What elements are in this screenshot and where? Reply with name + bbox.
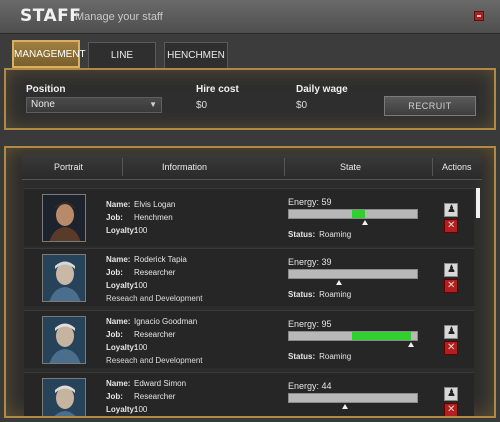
hire-cost-value: $0 (196, 100, 208, 111)
page-title: STAFF (20, 6, 82, 26)
position-select[interactable]: None ▼ (26, 97, 162, 113)
table-row: Name: Elvis Logan Job: Henchmen Loyalty:10… (24, 188, 474, 246)
fire-button[interactable]: ✕ (444, 279, 458, 293)
energy-value: 44 (321, 381, 332, 391)
info-button[interactable]: ♟ (444, 387, 458, 401)
fire-icon: ✕ (447, 220, 456, 231)
staff-job: Researcher (134, 268, 176, 277)
fire-icon: ✕ (447, 342, 456, 353)
scrollbar[interactable] (476, 188, 480, 218)
window-header: STAFF Manage your staff (0, 0, 500, 34)
energy-fill (352, 210, 365, 218)
staff-loyalty: 100 (134, 343, 148, 352)
close-icon[interactable] (474, 11, 484, 21)
info-button[interactable]: ♟ (444, 203, 458, 217)
fire-button[interactable]: ✕ (444, 403, 458, 416)
staff-status: Roaming (319, 230, 352, 239)
staff-rows: Name: Elvis Logan Job: Henchmen Loyalty:10… (24, 188, 474, 416)
tab-management[interactable]: MANAGEMENT (12, 40, 86, 68)
info-icon: ♟ (447, 326, 456, 337)
energy-value: 59 (321, 197, 332, 207)
table-row: Name: Edward Simon Job: Researcher Loyalty… (24, 372, 474, 416)
energy-marker (336, 280, 342, 285)
hire-cost-label: Hire cost (196, 84, 239, 95)
staff-name: Elvis Logan (134, 200, 176, 209)
staff-status: Roaming (319, 290, 352, 299)
staff-status: Roaming (319, 352, 352, 361)
table-header: Portrait Information State Actions (22, 154, 482, 180)
page-subtitle: Manage your staff (75, 11, 163, 23)
fire-icon: ✕ (447, 404, 456, 415)
staff-department: Reseach and Development (106, 294, 203, 303)
energy-marker (362, 220, 368, 225)
staff-loyalty: 100 (134, 281, 148, 290)
energy-bar (288, 269, 418, 285)
fire-icon: ✕ (447, 280, 456, 291)
avatar (42, 378, 86, 416)
energy-marker (408, 342, 414, 347)
energy-marker (342, 404, 348, 409)
energy-bar (288, 209, 418, 225)
position-label: Position (26, 84, 66, 95)
tab-henchmen[interactable]: HENCHMEN (164, 42, 228, 68)
staff-job: Researcher (134, 330, 176, 339)
info-icon: ♟ (447, 264, 456, 275)
energy-fill (352, 332, 411, 340)
energy-bar (288, 331, 418, 347)
energy-bar (288, 393, 418, 409)
column-state: State (340, 162, 362, 172)
staff-loyalty: 100 (134, 226, 148, 235)
recruit-button[interactable]: RECRUIT (384, 96, 476, 116)
column-actions: Actions (442, 162, 472, 172)
staff-name: Roderick Tapia (134, 255, 187, 264)
table-row: Name: Roderick Tapia Job: Researcher Loyal… (24, 248, 474, 306)
staff-job: Researcher (134, 392, 176, 401)
staff-name: Ignacio Goodman (134, 317, 198, 326)
hire-panel: Position None ▼ Hire cost $0 Daily wage … (4, 68, 496, 130)
avatar (42, 194, 86, 242)
info-button[interactable]: ♟ (444, 263, 458, 277)
info-icon: ♟ (447, 388, 456, 399)
fire-button[interactable]: ✕ (444, 219, 458, 233)
info-icon: ♟ (447, 204, 456, 215)
tab-line-control[interactable]: LINE CONTROL (88, 42, 156, 87)
avatar (42, 316, 86, 364)
daily-wage-label: Daily wage (296, 84, 348, 95)
position-value: None (31, 99, 55, 110)
staff-department: Reseach and Development (106, 356, 203, 365)
daily-wage-value: $0 (296, 100, 308, 111)
column-information: Information (162, 162, 208, 172)
staff-name: Edward Simon (134, 379, 187, 388)
chevron-down-icon: ▼ (149, 100, 157, 109)
staff-list-panel: Portrait Information State Actions Name:… (4, 146, 496, 418)
info-button[interactable]: ♟ (444, 325, 458, 339)
staff-job: Henchmen (134, 213, 173, 222)
fire-button[interactable]: ✕ (444, 341, 458, 355)
tabs-bar: MANAGEMENT LINE CONTROL HENCHMEN (0, 34, 500, 87)
energy-value: 39 (321, 257, 332, 267)
column-portrait: Portrait (54, 162, 84, 172)
energy-value: 95 (321, 319, 332, 329)
table-row: Name: Ignacio Goodman Job: Researcher Loya… (24, 310, 474, 368)
staff-loyalty: 100 (134, 405, 148, 414)
avatar (42, 254, 86, 302)
